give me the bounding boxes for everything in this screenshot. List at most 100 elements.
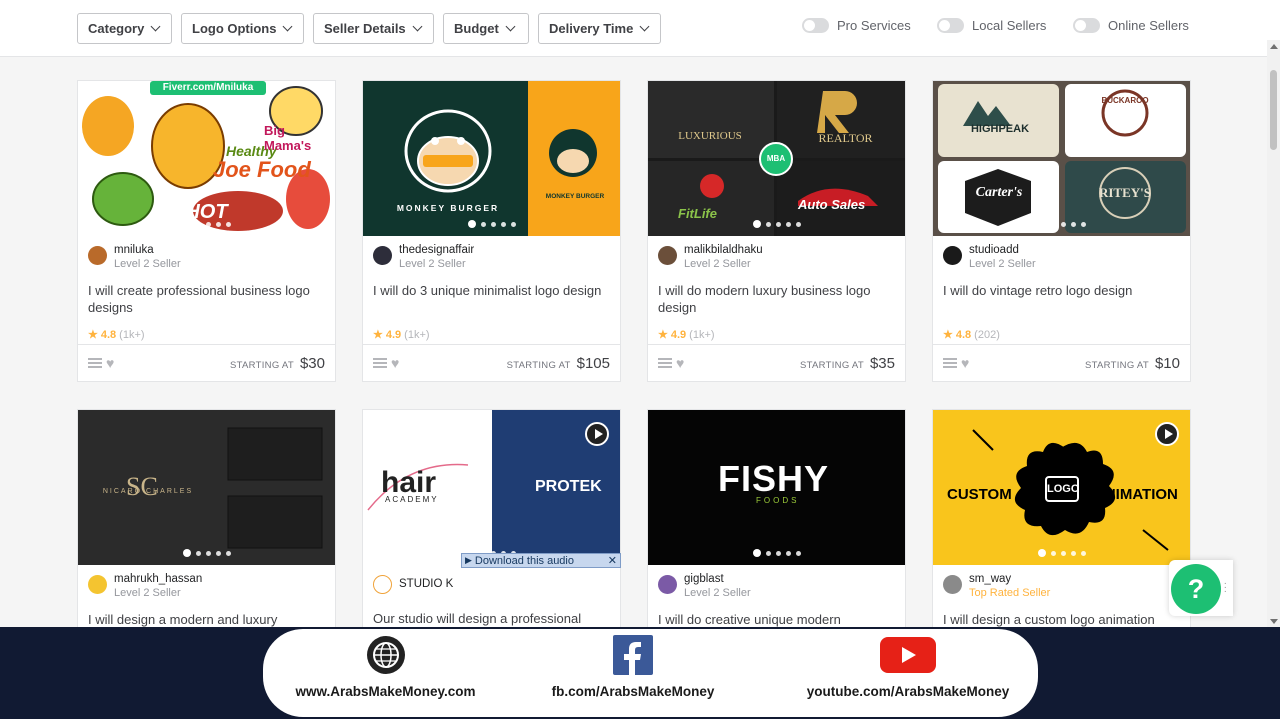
chevron-down-icon [639, 21, 650, 32]
banner-text: www.ArabsMakeMoney.com [295, 684, 476, 699]
thumb-text: REALTOR [818, 131, 873, 145]
more-options-icon[interactable]: · · · [1224, 579, 1227, 597]
avatar[interactable] [373, 246, 392, 265]
filter-delivery-time[interactable]: Delivery Time [538, 13, 661, 44]
seller-name[interactable]: malikbilaldhaku [684, 244, 763, 256]
gig-title[interactable]: I will do vintage retro logo design [933, 270, 1190, 316]
price-label: STARTING AT [229, 359, 294, 371]
carousel-dots[interactable] [182, 549, 231, 557]
gig-thumbnail[interactable]: hair ACADEMY PROTEK [363, 410, 620, 565]
close-icon[interactable]: ✕ [608, 554, 620, 567]
play-video-icon[interactable] [585, 422, 609, 446]
filter-category[interactable]: Category [77, 13, 172, 44]
promo-banner: www.ArabsMakeMoney.com fb.com/ArabsMakeM… [0, 627, 1280, 719]
gig-card[interactable]: FISHY FOODS gigblast Level 2 Seller I wi… [647, 409, 906, 639]
toggle-local-sellers[interactable]: Local Sellers [937, 18, 1046, 33]
gig-thumbnail[interactable]: MONKEY BURGER MONKEY BURGER [363, 81, 620, 236]
carousel-dots[interactable] [1037, 549, 1086, 557]
rating-value: 4.9 [670, 328, 687, 341]
price-label: STARTING AT [506, 359, 571, 371]
gig-title[interactable]: I will do modern luxury business logo de… [648, 270, 905, 316]
carousel-dots[interactable] [467, 220, 516, 228]
gig-thumbnail[interactable]: LUXURIOUS REALTOR FitLife Auto Sales MBA [648, 81, 905, 236]
avatar[interactable] [373, 575, 392, 594]
gig-thumbnail[interactable]: Fiverr.com/Mniluka Healthy Joe Food Big … [78, 81, 335, 236]
avatar[interactable] [943, 575, 962, 594]
seller-name[interactable]: gigblast [684, 573, 751, 585]
banner-website[interactable]: www.ArabsMakeMoney.com [293, 635, 478, 699]
carousel-dots[interactable] [1037, 220, 1086, 228]
filter-label: Delivery Time [549, 21, 634, 36]
download-audio-bar[interactable]: ▶ Download this audio ✕ [461, 553, 621, 568]
avatar[interactable] [88, 246, 107, 265]
carousel-dots[interactable] [182, 220, 231, 228]
heart-icon[interactable]: ♥ [391, 355, 399, 371]
filter-seller-details[interactable]: Seller Details [313, 13, 434, 44]
gig-thumbnail[interactable]: FISHY FOODS [648, 410, 905, 565]
gig-title[interactable]: I will do 3 unique minimalist logo desig… [363, 270, 620, 316]
carousel-dots[interactable] [752, 220, 801, 228]
seller-name[interactable]: STUDIO K [399, 578, 453, 590]
help-button[interactable]: ? [1171, 564, 1221, 614]
banner-youtube[interactable]: youtube.com/ArabsMakeMoney [798, 635, 1018, 699]
avatar[interactable] [658, 246, 677, 265]
gig-card[interactable]: Fiverr.com/Mniluka Healthy Joe Food Big … [77, 80, 336, 382]
thumb-text: CUSTOM [947, 486, 1012, 503]
collections-menu-icon[interactable] [373, 358, 387, 368]
filter-logo-options[interactable]: Logo Options [181, 13, 304, 44]
collections-menu-icon[interactable] [658, 358, 672, 368]
avatar[interactable] [88, 575, 107, 594]
play-icon: ▶ [465, 555, 472, 565]
seller-name[interactable]: sm_way [969, 573, 1050, 585]
filter-bar: Category Logo Options Seller Details Bud… [0, 0, 1280, 57]
avatar[interactable] [943, 246, 962, 265]
thumb-text: Joe Food [213, 157, 311, 182]
gig-title[interactable]: I will create professional business logo… [78, 270, 335, 316]
gig-card[interactable]: LUXURIOUS REALTOR FitLife Auto Sales MBA… [647, 80, 906, 382]
avatar[interactable] [658, 575, 677, 594]
seller-level: Level 2 Seller [969, 258, 1036, 270]
heart-icon[interactable]: ♥ [676, 355, 684, 371]
page-scrollbar[interactable] [1267, 40, 1280, 628]
gig-card[interactable]: MONKEY BURGER MONKEY BURGER thedesignaff… [362, 80, 621, 382]
gig-card[interactable]: CUSTOM LOGO ANIMATION sm_way Top Rated S… [932, 409, 1191, 639]
chevron-down-icon [283, 21, 293, 32]
gig-thumbnail[interactable]: NICARO CHARLES SC [78, 410, 335, 565]
seller-name[interactable]: mniluka [114, 244, 181, 256]
seller-name[interactable]: mahrukh_hassan [114, 573, 202, 585]
star-icon: ★ [88, 329, 98, 341]
price-label: STARTING AT [799, 359, 864, 371]
scroll-thumb[interactable] [1270, 70, 1277, 150]
heart-icon[interactable]: ♥ [106, 355, 114, 371]
gig-thumbnail[interactable]: HIGHPEAK BUCKAROO Carter's RITEY'S [933, 81, 1190, 236]
download-audio-label[interactable]: Download this audio [475, 555, 574, 567]
gig-thumbnail[interactable]: CUSTOM LOGO ANIMATION [933, 410, 1190, 565]
scroll-down-arrow[interactable] [1270, 619, 1278, 624]
toggle-pro-services[interactable]: Pro Services [802, 18, 911, 33]
toggle-switch[interactable] [937, 18, 964, 33]
filter-budget[interactable]: Budget [443, 13, 529, 44]
toggle-online-sellers[interactable]: Online Sellers [1073, 18, 1189, 33]
seller-level: Level 2 Seller [114, 258, 181, 270]
gig-card[interactable]: hair ACADEMY PROTEK STUDIO K Our studio … [362, 409, 621, 639]
collections-menu-icon[interactable] [88, 358, 102, 368]
play-video-icon[interactable] [1155, 422, 1179, 446]
heart-icon[interactable]: ♥ [961, 355, 969, 371]
seller-name[interactable]: studioadd [969, 244, 1036, 256]
scroll-up-arrow[interactable] [1270, 44, 1278, 49]
seller-level: Level 2 Seller [684, 258, 751, 270]
toggle-switch[interactable] [1073, 18, 1100, 33]
collections-menu-icon[interactable] [943, 358, 957, 368]
seller-name[interactable]: thedesignaffair [399, 244, 474, 256]
carousel-dots[interactable] [752, 549, 801, 557]
gig-card[interactable]: HIGHPEAK BUCKAROO Carter's RITEY'S studi… [932, 80, 1191, 382]
help-widget[interactable]: ? · · · [1169, 560, 1233, 616]
thumb-text: FOODS [756, 496, 800, 505]
toggle-switch[interactable] [802, 18, 829, 33]
gig-card[interactable]: NICARO CHARLES SC mahrukh_hassan Level 2… [77, 409, 336, 639]
price-value: $35 [869, 354, 895, 372]
thumb-tag: Fiverr.com/Mniluka [162, 82, 254, 93]
banner-facebook[interactable]: fb.com/ArabsMakeMoney [543, 635, 723, 699]
thumb-text: LOGO [1045, 476, 1079, 502]
review-count: (1k+) [119, 328, 145, 341]
